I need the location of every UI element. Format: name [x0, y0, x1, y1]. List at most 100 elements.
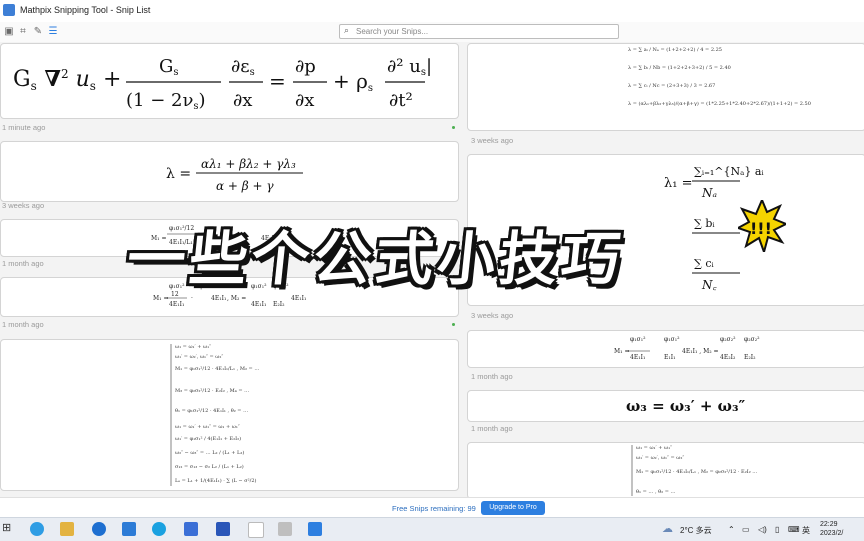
- snip-timestamp: 1 month ago: [471, 372, 513, 381]
- svg-text:4E₂I₂: 4E₂I₂: [720, 354, 736, 361]
- svg-text:=: =: [269, 69, 286, 93]
- snip-timestamp: 1 month ago: [2, 320, 44, 329]
- svg-text:4E₁I₁: 4E₁I₁: [211, 295, 226, 302]
- svg-text:∂² us|: ∂² us|: [387, 56, 432, 78]
- svg-text:4E₁I₁: 4E₁I₁: [630, 354, 645, 361]
- language-indicator[interactable]: 英: [802, 525, 810, 536]
- overlay-caption: 一些个公式小技巧: [123, 225, 628, 293]
- svg-text:M₁ =: M₁ =: [614, 348, 629, 355]
- browser-icon[interactable]: [152, 522, 166, 536]
- svg-text:ω₁′ = ω₂′, ω₁″ = ω₂″: ω₁′ = ω₂′, ω₁″ = ω₂″: [636, 455, 684, 461]
- formula-image: M₁ =φ₁σ₁²4E₁I₁ φ₁σ₁²E₁I₁ 4E₁I₁ , M₂ =φ₂σ…: [614, 336, 760, 361]
- sync-status-dot: [452, 126, 455, 129]
- start-icon[interactable]: ⊞: [2, 521, 11, 534]
- formula-denominator: α + β + γ: [216, 179, 274, 193]
- svg-text:∑ bᵢ: ∑ bᵢ: [694, 217, 715, 230]
- word-icon[interactable]: [216, 522, 230, 536]
- footer-bar: Free Snips remaining: 99 Upgrade to Pro: [0, 497, 864, 518]
- svg-text:4E₁I₁ , M₂ =: 4E₁I₁ , M₂ =: [682, 348, 719, 355]
- snip-timestamp: 1 month ago: [2, 259, 44, 268]
- exclaim-burst-icon: !!!: [738, 200, 786, 252]
- snip-card[interactable]: ω₁ = ω₁′ + ω₁″ ω₁′ = ω₂′, ω₁″ = ω₂″ M₁ =…: [467, 442, 864, 499]
- formula-line: λ = (αλ₁+βλ₂+γλ₃)/(α+β+γ) = (1*2.25+1*2.…: [628, 101, 811, 107]
- app-icon[interactable]: [92, 522, 106, 536]
- snip-card[interactable]: M₁ = φ₁σ₁² 4E₁I₁ φ₁σ₁² E₁I₁ 4E₁I₁ , M₂ = φ₂σ…: [467, 330, 864, 368]
- svg-text:∂p: ∂p: [295, 56, 316, 77]
- formula-image: λ = αλ₁ + βλ₂ + γλ₃ α + β + γ: [166, 157, 303, 193]
- svg-text:ω₁′ = φ₁σ₁² / 4(E₁I₁ + E₂I₂): ω₁′ = φ₁σ₁² / 4(E₁I₁ + E₂I₂): [175, 435, 241, 442]
- svg-text:E₂I₂: E₂I₂: [273, 301, 285, 308]
- edge-browser-icon[interactable]: [30, 522, 44, 536]
- search-input[interactable]: ⌕ Search your Snips...: [339, 24, 619, 39]
- svg-text:+ ρs: + ρs: [333, 69, 373, 94]
- svg-text:∂x: ∂x: [233, 90, 252, 111]
- document-icon[interactable]: [248, 522, 264, 538]
- taskbar: ⊞ ☁ 2°C 多云 ⌃ ▭ ◁) ▯ ⌨ 英 22:29 2023/2/: [0, 517, 864, 541]
- clock-time: 22:29: [820, 521, 838, 528]
- snip-card[interactable]: λ = αλ₁ + βλ₂ + γλ₃ α + β + γ: [0, 141, 459, 202]
- formula-line: λ = ∑ cᵢ / Nc = (2+3+3) / 3 = 2.67: [628, 83, 716, 89]
- upgrade-button[interactable]: Upgrade to Pro: [481, 501, 545, 515]
- svg-text:ω₁ = ω₁′ + ω₁″: ω₁ = ω₁′ + ω₁″: [636, 445, 672, 451]
- crop-icon[interactable]: ⌗: [16, 25, 30, 39]
- video-app-icon[interactable]: [184, 522, 198, 536]
- svg-text:M₁ = φ₁σ₁²/12 · 4E₁I₁/L₁ , M₂: M₁ = φ₁σ₁²/12 · 4E₁I₁/L₁ , M₂ = φ₂σ₂²/12…: [636, 469, 757, 475]
- weather-text: 2°C 多云: [680, 526, 712, 535]
- snip-card[interactable]: Gs ∇2 us + Gs (1 − 2νs) ∂εs ∂x = ∂p ∂x +…: [0, 43, 459, 119]
- snip-timestamp: 3 weeks ago: [471, 311, 514, 320]
- svg-text:∂εs: ∂εs: [231, 56, 255, 78]
- svg-text:Gs: Gs: [159, 56, 179, 78]
- battery-icon[interactable]: ▯: [775, 525, 779, 534]
- snip-card[interactable]: λ = ∑ aᵢ / Nₐ = (1+2+2+2) / 4 = 2.25 λ =…: [467, 43, 864, 131]
- input-method-icon[interactable]: ⌨: [788, 525, 800, 534]
- formula-image: ω₁ = ω₁′ + ω₁″ ω₁′ = ω₂′, ω₁″ = ω₂″ M₁ =…: [170, 344, 259, 486]
- formula-line: λ = ∑ bᵢ / Nb = (1+2+2+3+2) / 5 = 2.40: [628, 65, 731, 71]
- mathpix-taskbar-icon[interactable]: [308, 522, 322, 536]
- clock[interactable]: 22:29 2023/2/: [820, 520, 843, 538]
- svg-text:ω₁ = ω₁′ + ω₁″ = ω₁ + ω₁″: ω₁ = ω₁′ + ω₁″ = ω₁ + ω₁″: [175, 424, 240, 430]
- svg-text:φ₁σ₁²: φ₁σ₁²: [664, 336, 680, 343]
- svg-text:4E₁I₁: 4E₁I₁: [169, 301, 184, 308]
- formula-image: Gs ∇2 us + Gs (1 − 2νs) ∂εs ∂x = ∂p ∂x +…: [13, 56, 432, 112]
- clock-date: 2023/2/: [820, 530, 844, 537]
- file-explorer-icon[interactable]: [60, 522, 74, 536]
- snip-timestamp: 3 weeks ago: [2, 201, 45, 210]
- mathpix-logo-icon: [3, 4, 15, 16]
- svg-text:∂x: ∂x: [295, 90, 314, 111]
- svg-text:N꜀: N꜀: [701, 278, 718, 292]
- snip-timestamp: 1 minute ago: [2, 123, 46, 132]
- svg-text:φ₂σ₂²: φ₂σ₂²: [744, 336, 760, 343]
- svg-text:(1 − 2νs): (1 − 2νs): [126, 90, 206, 112]
- svg-text:∑ cᵢ: ∑ cᵢ: [694, 257, 715, 270]
- svg-text:ω₁ = ω₁′ + ω₁″: ω₁ = ω₁′ + ω₁″: [175, 344, 211, 350]
- snip-timestamp: 3 weeks ago: [471, 136, 514, 145]
- pen-icon[interactable]: ✎: [31, 25, 45, 39]
- volume-icon[interactable]: ◁): [758, 525, 767, 534]
- svg-text:σ₁₂ = σ₁₃ − σ₂ L₂ / (L₁ + L₂): σ₁₂ = σ₁₃ − σ₂ L₂ / (L₁ + L₂): [175, 463, 244, 470]
- svg-text:θ₁ = … , θ₂ = …: θ₁ = … , θ₂ = …: [636, 489, 676, 495]
- screenshot-icon[interactable]: ▣: [2, 25, 16, 39]
- tray-chevron-icon[interactable]: ⌃: [728, 525, 735, 534]
- free-snips-remaining: Free Snips remaining: 99: [392, 504, 476, 513]
- snip-card[interactable]: ω₁ = ω₁′ + ω₁″ ω₁′ = ω₂′, ω₁″ = ω₂″ M₁ =…: [0, 339, 459, 491]
- svg-text:φ₁σ₁²: φ₁σ₁²: [630, 336, 646, 343]
- network-icon[interactable]: ▭: [742, 525, 750, 534]
- app-icon[interactable]: [278, 522, 292, 536]
- snip-timestamp: 1 month ago: [471, 424, 513, 433]
- svg-text:4E₁I₁: 4E₁I₁: [291, 295, 306, 302]
- svg-text:M₁ =: M₁ =: [153, 295, 168, 302]
- window-title: Mathpix Snipping Tool - Snip List: [20, 5, 151, 15]
- svg-text:Lₛ = L₁ + 1/(4E₁I₁) · ∑ (L − σ: Lₛ = L₁ + 1/(4E₁I₁) · ∑ (L − σ²/2): [175, 477, 256, 484]
- formula-numerator: αλ₁ + βλ₂ + γλ₃: [201, 157, 296, 171]
- formula-denominator: Nₐ: [701, 186, 717, 200]
- weather-icon: ☁: [662, 523, 673, 535]
- svg-text:ω₂″ − ω₃″ = … L₂ / (L₁ + L₂): ω₂″ − ω₃″ = … L₂ / (L₁ + L₂): [175, 449, 244, 456]
- svg-text:∂t²: ∂t²: [389, 90, 413, 111]
- snip-card[interactable]: ω₃ = ω₃′ + ω₃″: [467, 390, 864, 422]
- svg-text:ω₁′ = ω₂′, ω₁″ = ω₂″: ω₁′ = ω₂′, ω₁″ = ω₂″: [175, 354, 223, 360]
- formula-text: ω₃ = ω₃′ + ω₃″: [626, 397, 746, 415]
- mail-icon[interactable]: [122, 522, 136, 536]
- svg-text:φ₂σ₂²: φ₂σ₂²: [720, 336, 736, 343]
- formula-image: ω₁ = ω₁′ + ω₁″ ω₁′ = ω₂′, ω₁″ = ω₂″ M₁ =…: [631, 445, 757, 496]
- list-icon[interactable]: ☰: [46, 25, 60, 39]
